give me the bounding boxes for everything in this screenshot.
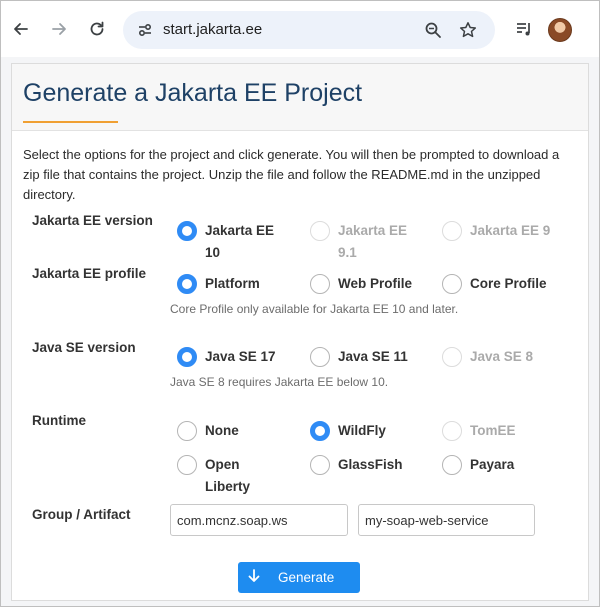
profile-hint: Core Profile only available for Jakarta …	[170, 302, 459, 316]
option-label: Jakarta EE 9.1	[338, 223, 408, 260]
radio-circle[interactable]	[177, 347, 197, 367]
radio-circle[interactable]	[442, 455, 462, 475]
radio-circle[interactable]	[310, 421, 330, 441]
intro-text: Select the options for the project and c…	[23, 147, 560, 202]
radio-circle[interactable]	[310, 274, 330, 294]
page-title: Generate a Jakarta EE Project	[23, 79, 363, 107]
generator-card: Generate a Jakarta EE Project Select the…	[11, 63, 589, 601]
radio-circle[interactable]	[177, 221, 197, 241]
browser-toolbar: start.jakarta.ee	[1, 1, 599, 57]
radio-circle[interactable]	[442, 274, 462, 294]
jakarta-version-label: Jakarta EE version	[32, 213, 153, 228]
runtime-label: Runtime	[32, 413, 86, 428]
radio-circle[interactable]	[310, 347, 330, 367]
generate-label: Generate	[278, 570, 335, 585]
title-underline	[23, 121, 118, 123]
artifact-id-input[interactable]	[358, 504, 535, 536]
profile-avatar[interactable]	[548, 18, 572, 42]
option-label: Jakarta EE 10	[205, 223, 275, 260]
option-label: Platform	[205, 276, 260, 291]
option-label: Core Profile	[470, 276, 547, 291]
url-text: start.jakarta.ee	[163, 21, 263, 38]
java-se-label: Java SE version	[32, 340, 136, 355]
reload-icon[interactable]	[83, 15, 111, 43]
zoom-icon[interactable]	[419, 16, 447, 44]
page-background: Generate a Jakarta EE Project Select the…	[1, 57, 599, 606]
option-label: Java SE 17	[205, 349, 276, 364]
radio-circle[interactable]	[442, 221, 462, 241]
radio-circle[interactable]	[177, 274, 197, 294]
group-artifact-label: Group / Artifact	[32, 507, 131, 522]
media-queue-icon[interactable]	[510, 15, 538, 43]
generate-button[interactable]: Generate	[238, 562, 360, 593]
bookmark-star-icon[interactable]	[454, 16, 482, 44]
radio-circle[interactable]	[442, 421, 462, 441]
back-icon[interactable]	[7, 15, 35, 43]
option-label: Open Liberty	[205, 457, 251, 494]
radio-circle[interactable]	[310, 221, 330, 241]
radio-circle[interactable]	[177, 455, 197, 475]
download-arrow-icon	[247, 568, 261, 587]
java-se-hint: Java SE 8 requires Jakarta EE below 10.	[170, 375, 389, 389]
radio-circle[interactable]	[177, 421, 197, 441]
option-label: WildFly	[338, 423, 386, 438]
radio-circle[interactable]	[442, 347, 462, 367]
site-settings-icon[interactable]	[131, 16, 159, 44]
option-label: Web Profile	[338, 276, 413, 291]
option-label: GlassFish	[338, 457, 403, 472]
card-header: Generate a Jakarta EE Project	[12, 64, 588, 131]
profile-label: Jakarta EE profile	[32, 266, 147, 281]
group-id-input[interactable]	[170, 504, 348, 536]
option-label: Java SE 11	[338, 349, 408, 364]
option-label: TomEE	[470, 423, 516, 438]
option-label: Payara	[470, 457, 515, 472]
radio-circle[interactable]	[310, 455, 330, 475]
address-bar[interactable]: start.jakarta.ee	[123, 11, 495, 49]
option-label: Java SE 8	[470, 349, 534, 364]
option-label: None	[205, 423, 239, 438]
option-label: Jakarta EE 9	[470, 223, 551, 238]
forward-icon[interactable]	[45, 15, 73, 43]
